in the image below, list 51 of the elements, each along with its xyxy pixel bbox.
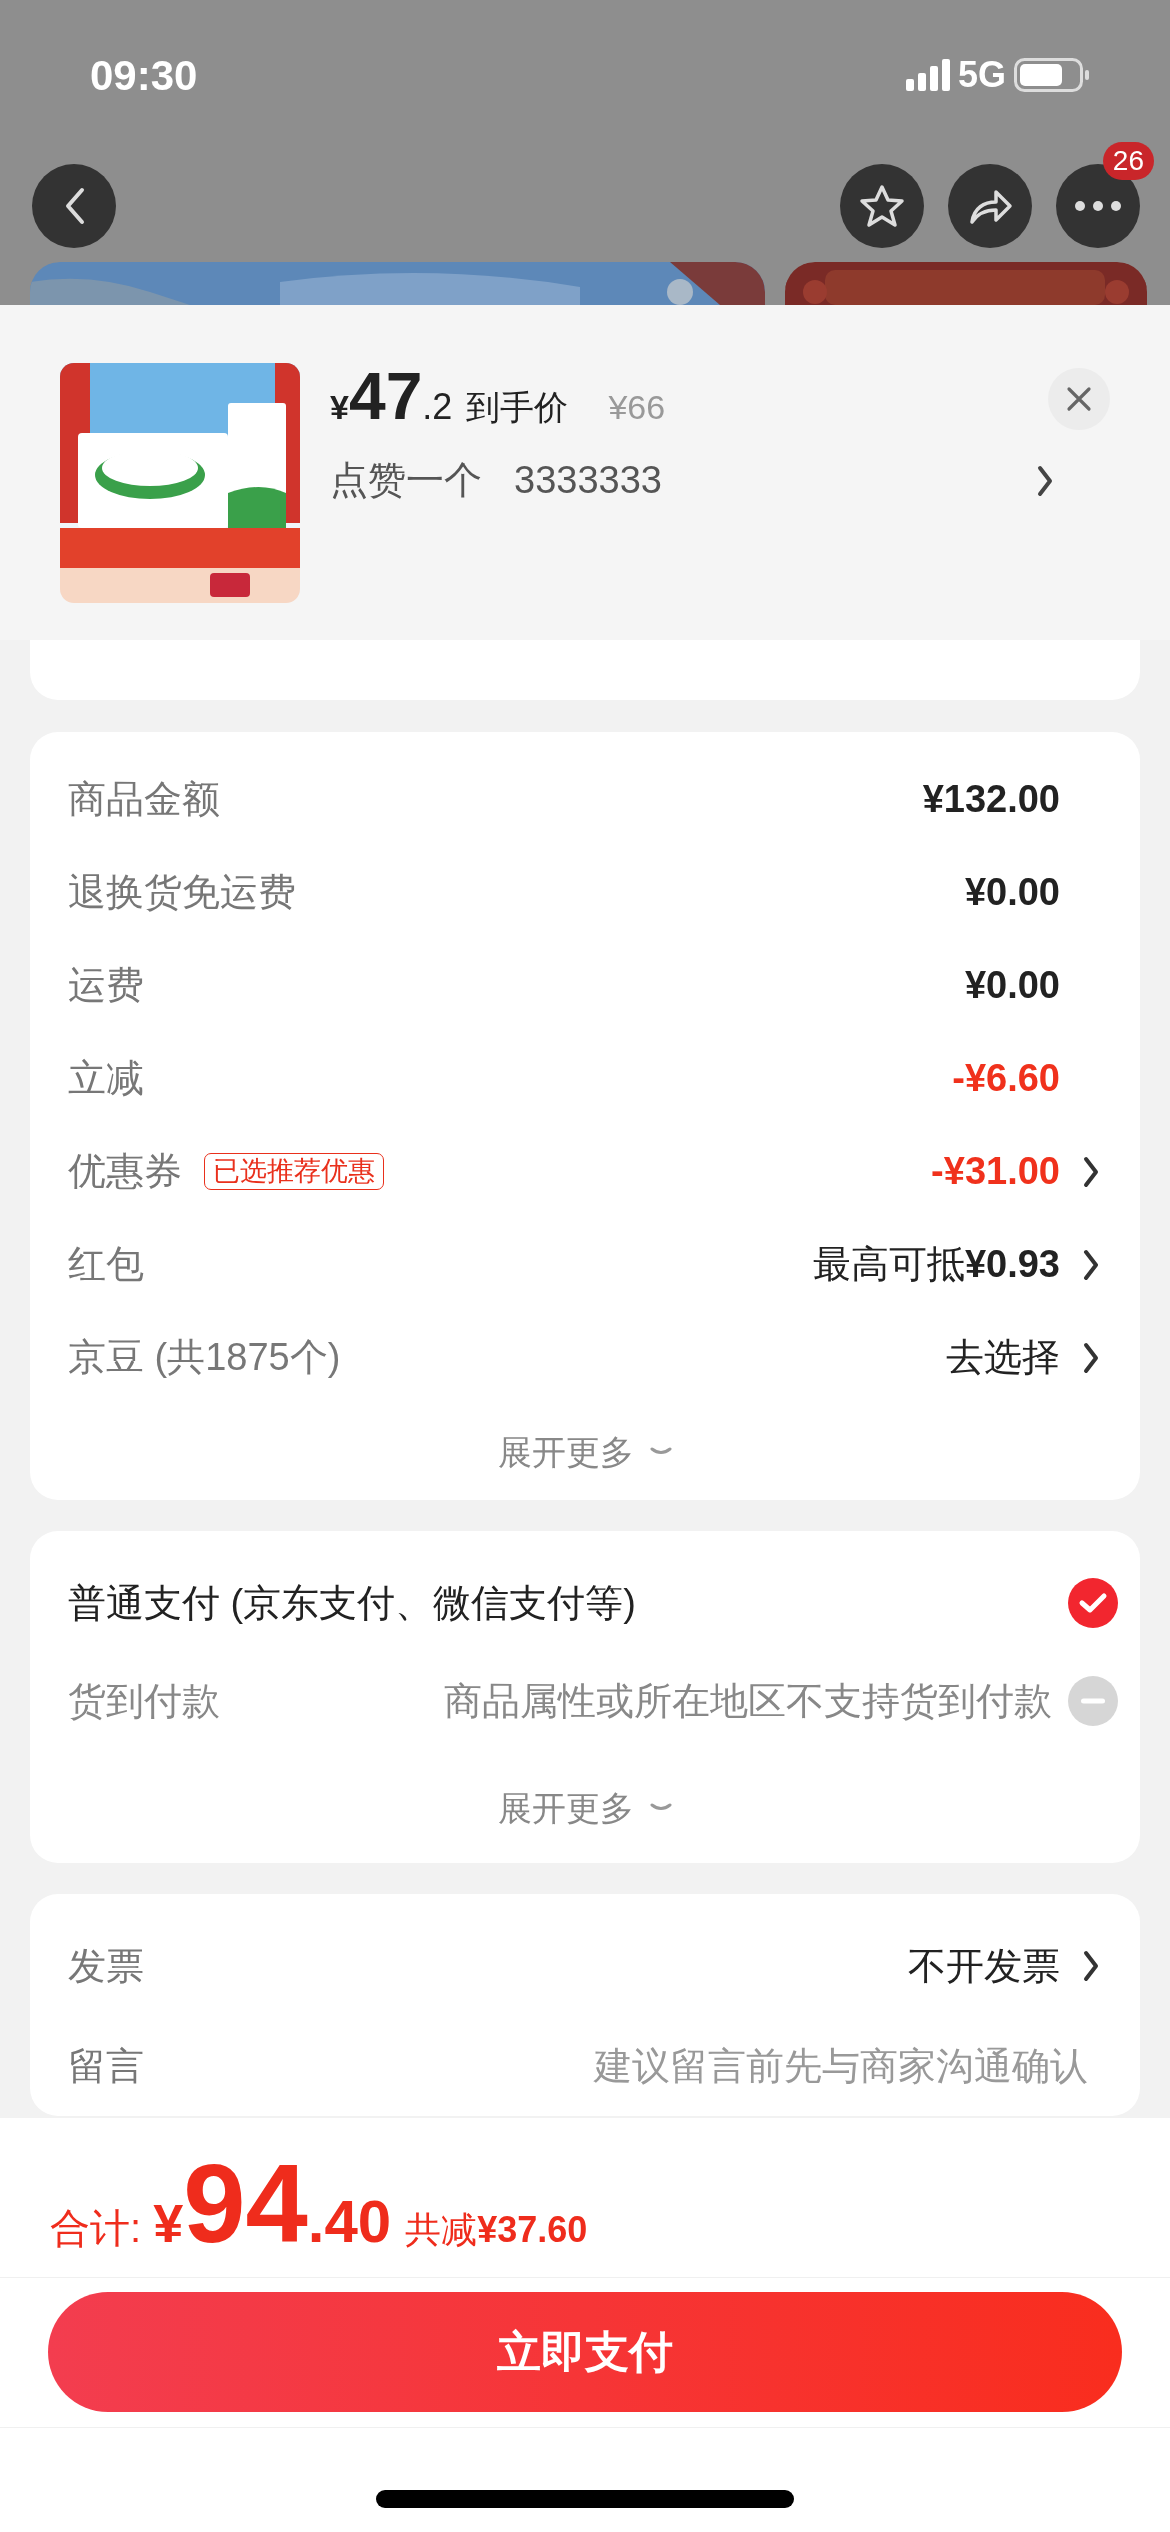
payment-option: 货到付款 商品属性或所在地区不支持货到付款 [68, 1649, 1140, 1753]
price-integer: 47 [348, 363, 423, 429]
chevron-right-icon [1082, 1247, 1100, 1282]
status-time: 09:30 [90, 50, 198, 101]
expand-more-link[interactable]: 展开更多 [498, 1426, 672, 1478]
total-integer: 94 [183, 2148, 308, 2260]
more-icon [1074, 200, 1122, 212]
product-option-link[interactable]: 点赞一个 3333333 [330, 452, 1110, 509]
battery-icon [1014, 58, 1090, 92]
price-decimal: .2 [422, 385, 453, 429]
chevron-right-icon [1082, 1949, 1100, 1983]
original-price: ¥66 [608, 387, 666, 428]
fee-value: -¥6.60 [952, 1056, 1060, 1101]
promo-tag: 已选推荐优惠 [204, 1152, 384, 1191]
option-value: 3333333 [514, 458, 662, 503]
fee-label: 退换货免运费 [68, 870, 296, 915]
fee-value[interactable]: -¥31.00 [931, 1143, 1060, 1200]
field-label: 留言 [68, 2043, 145, 2089]
total-currency: ¥ [153, 2193, 184, 2255]
notification-badge: 26 [1102, 142, 1154, 180]
expand-more-link[interactable]: 展开更多 [498, 1782, 672, 1834]
fee-value: ¥132.00 [922, 777, 1060, 822]
chevron-right-icon [1036, 463, 1054, 498]
savings-text: 共减¥37.60 [405, 2208, 588, 2252]
field-label: 发票 [68, 1943, 145, 1989]
network-label: 5G [957, 53, 1006, 97]
fee-label: 商品金额 [68, 777, 220, 822]
fee-label: 京豆 (共1875个) [68, 1335, 341, 1380]
payment-option[interactable]: 普通支付 (京东支付、微信支付等) [68, 1557, 1140, 1649]
total-decimal: .40 [307, 2188, 392, 2257]
pay-button[interactable]: 立即支付 [48, 2292, 1122, 2412]
option-label: 点赞一个 [330, 458, 482, 503]
chevron-right-icon [1082, 1154, 1100, 1189]
fee-label: 红包 [68, 1242, 144, 1287]
fee-label: 优惠券 [68, 1149, 182, 1194]
total-label: 合计: [50, 2205, 142, 2252]
fee-label: 立减 [68, 1056, 144, 1101]
message-input-field[interactable]: 建议留言前先与商家沟通确认 [528, 2037, 1088, 2095]
fee-value[interactable]: 去选择 [946, 1329, 1060, 1386]
star-icon [858, 183, 906, 229]
payment-note: 商品属性或所在地区不支持货到付款 [444, 1678, 1052, 1724]
invoice-value[interactable]: 不开发票 [908, 1937, 1060, 1995]
signal-icon [905, 59, 950, 91]
fee-value: ¥0.00 [964, 870, 1060, 915]
fee-value: ¥0.00 [964, 963, 1060, 1008]
fee-label: 运费 [68, 963, 144, 1008]
price-currency: ¥ [330, 388, 349, 428]
price-label: 到手价 [466, 387, 569, 428]
close-icon [1066, 385, 1092, 412]
chevron-right-icon [1082, 1340, 1100, 1375]
fee-value[interactable]: 最高可抵¥0.93 [812, 1236, 1060, 1293]
